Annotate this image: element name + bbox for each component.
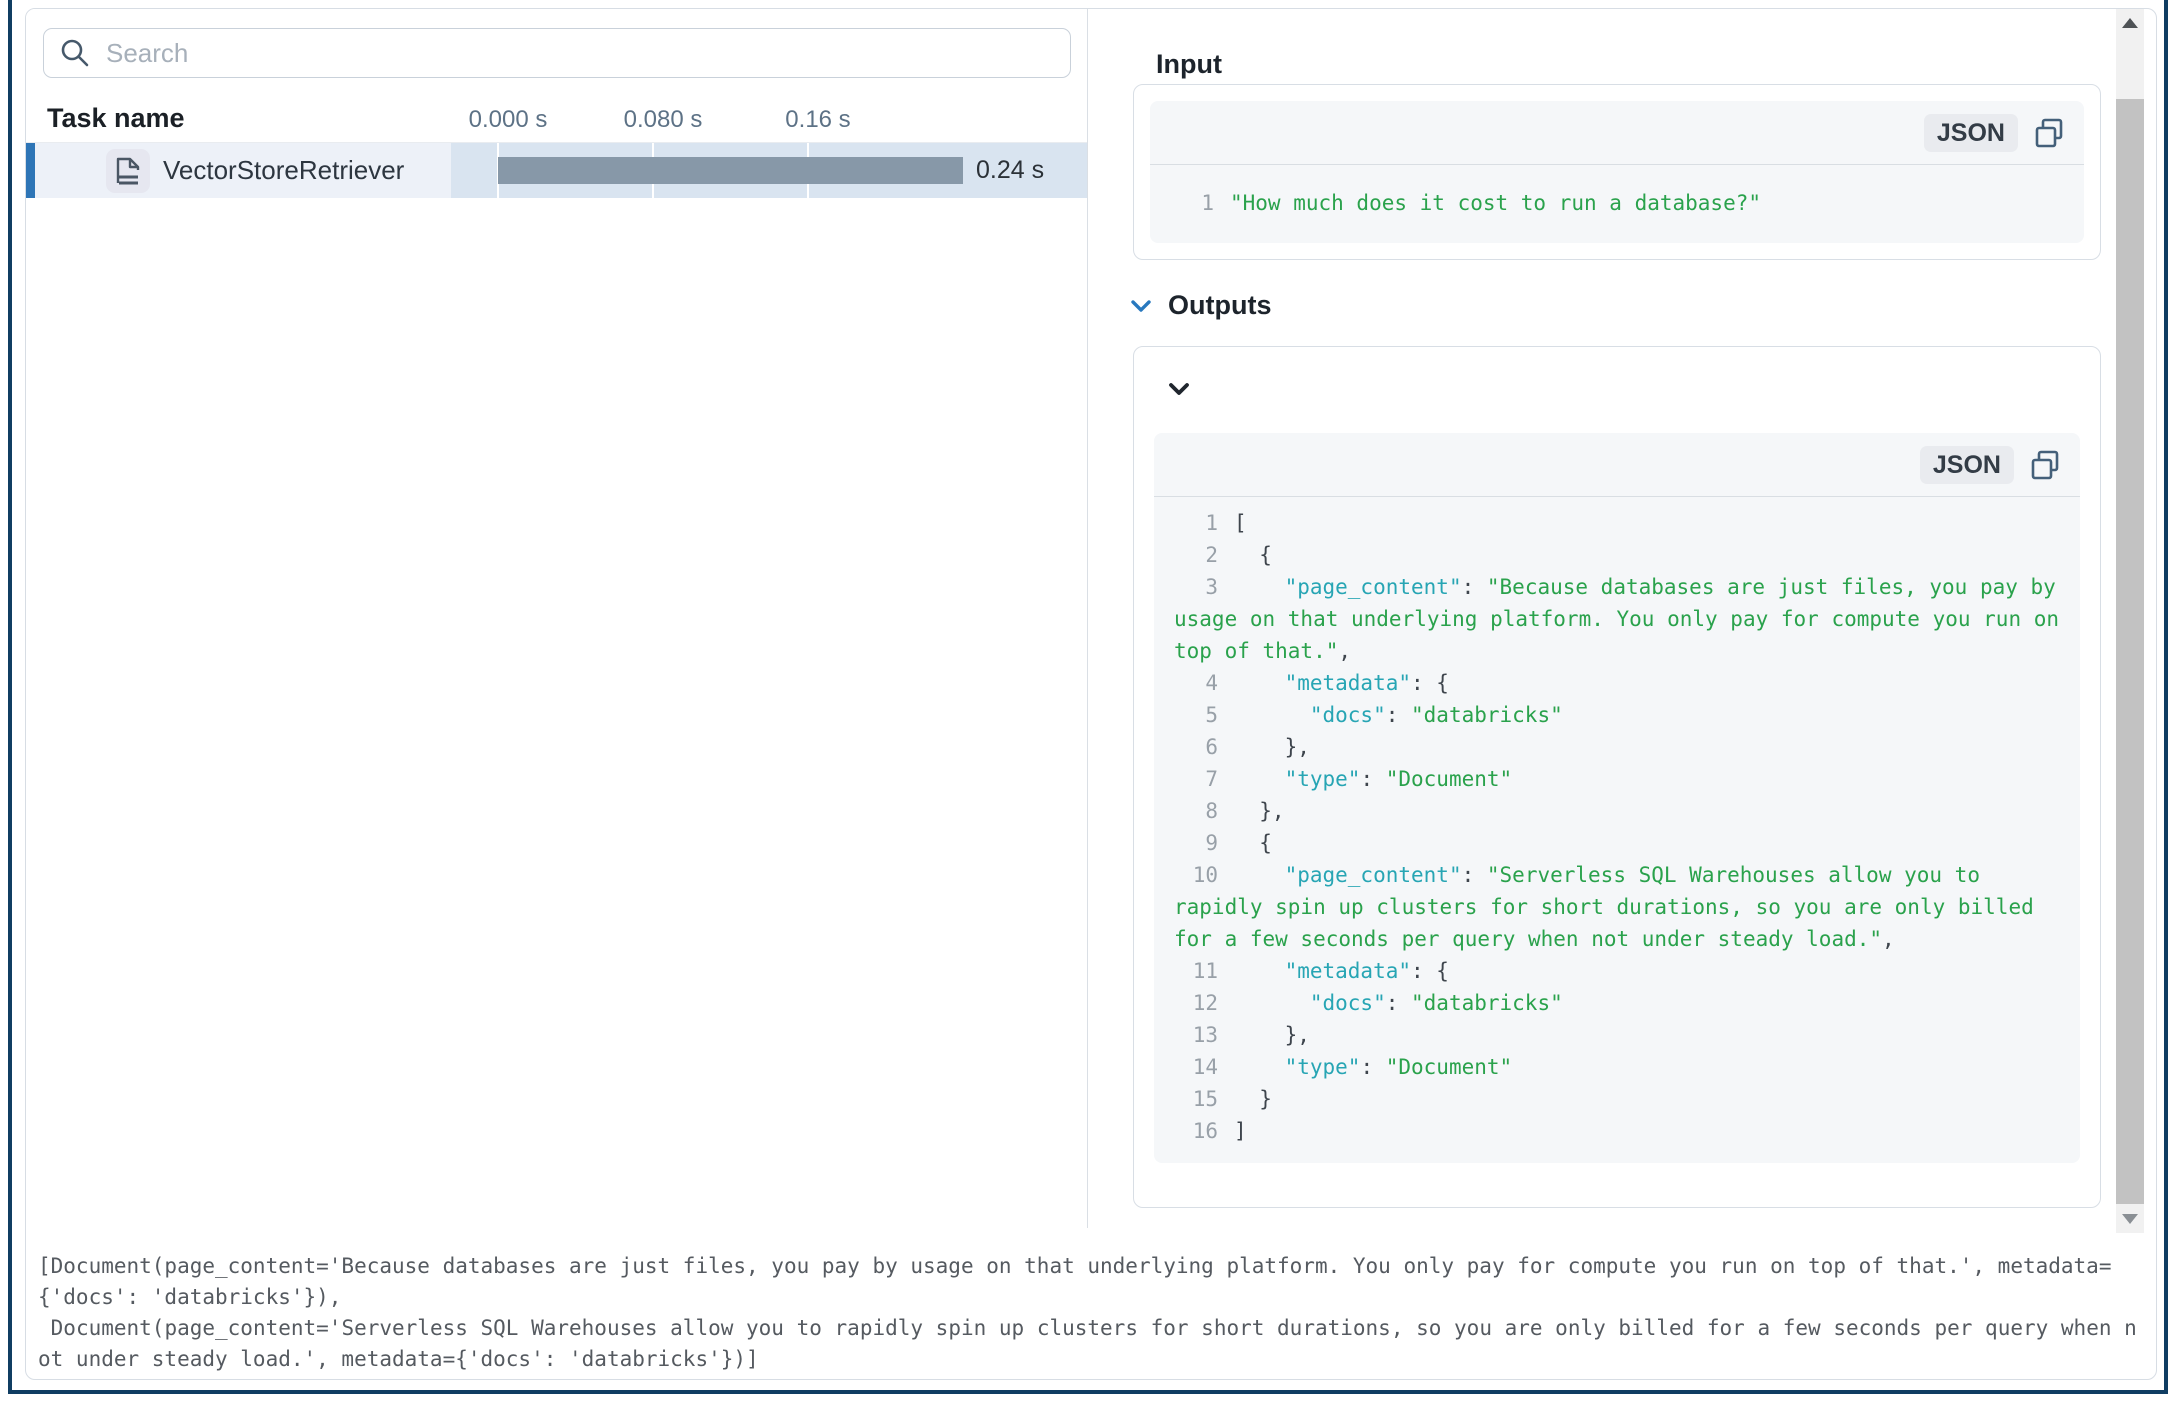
trace-viewer-card: Task name 0.000 s 0.080 s 0.16 s <box>25 8 2157 1380</box>
scroll-up-button[interactable] <box>2116 9 2144 37</box>
column-header-task-name: Task name <box>47 103 185 134</box>
scroll-down-button[interactable] <box>2116 1205 2144 1233</box>
copy-icon[interactable] <box>2028 448 2062 482</box>
task-row-vectorstoreretriever[interactable]: VectorStoreRetriever 0.24 s <box>26 143 1087 198</box>
details-pane: Input JSON 1"How much doe <box>1088 9 2116 1245</box>
document-icon <box>106 149 150 193</box>
raw-output-text: [Document(page_content='Because database… <box>26 1245 2156 1379</box>
triangle-up-icon <box>2122 18 2138 28</box>
json-format-badge[interactable]: JSON <box>1924 114 2018 152</box>
input-json-viewer: JSON 1"How much does it cost to run a da… <box>1150 101 2084 243</box>
search-box[interactable] <box>43 28 1071 78</box>
vertical-scrollbar[interactable] <box>2116 9 2144 1233</box>
search-input[interactable] <box>104 37 1055 70</box>
json-viewer-toolbar: JSON <box>1154 433 2080 497</box>
search-icon <box>59 37 91 69</box>
output-item-collapse-chevron-icon[interactable] <box>1168 383 1190 397</box>
trace-main-area: Task name 0.000 s 0.080 s 0.16 s <box>26 9 2156 1245</box>
time-tick-label: 0.080 s <box>624 106 703 134</box>
app-window: Task name 0.000 s 0.080 s 0.16 s <box>8 0 2168 1394</box>
scrollbar-thumb[interactable] <box>2116 99 2144 1204</box>
triangle-down-icon <box>2122 1214 2138 1224</box>
copy-icon[interactable] <box>2032 116 2066 150</box>
time-tick-label: 0.16 s <box>785 106 850 134</box>
input-code-block: 1"How much does it cost to run a databas… <box>1150 165 2084 243</box>
input-section-title: Input <box>1156 49 1222 80</box>
json-viewer-toolbar: JSON <box>1150 101 2084 165</box>
outputs-section-header: Outputs <box>1130 290 1271 321</box>
outputs-code-block: 1[2 {3 "page_content": "Because database… <box>1154 497 2080 1163</box>
outputs-collapse-chevron-icon[interactable] <box>1130 299 1152 313</box>
outputs-json-viewer: JSON 1[2 {3 "page_content": "Because dat… <box>1154 433 2080 1163</box>
outputs-section-title: Outputs <box>1168 290 1271 321</box>
gantt-lane: 0.24 s <box>451 143 1087 198</box>
json-format-badge[interactable]: JSON <box>1920 446 2014 484</box>
duration-label: 0.24 s <box>976 143 1044 198</box>
time-tick-label: 0.000 s <box>469 106 548 134</box>
selected-row-accent <box>26 143 35 198</box>
trace-tree-pane: Task name 0.000 s 0.080 s 0.16 s <box>26 9 1087 1245</box>
tree-table-header: Task name 0.000 s 0.080 s 0.16 s <box>26 101 1087 143</box>
task-name-label: VectorStoreRetriever <box>163 143 404 198</box>
gantt-bar[interactable] <box>498 157 963 184</box>
outputs-card: JSON 1[2 {3 "page_content": "Because dat… <box>1133 346 2101 1208</box>
input-card: JSON 1"How much does it cost to run a da… <box>1133 84 2101 260</box>
